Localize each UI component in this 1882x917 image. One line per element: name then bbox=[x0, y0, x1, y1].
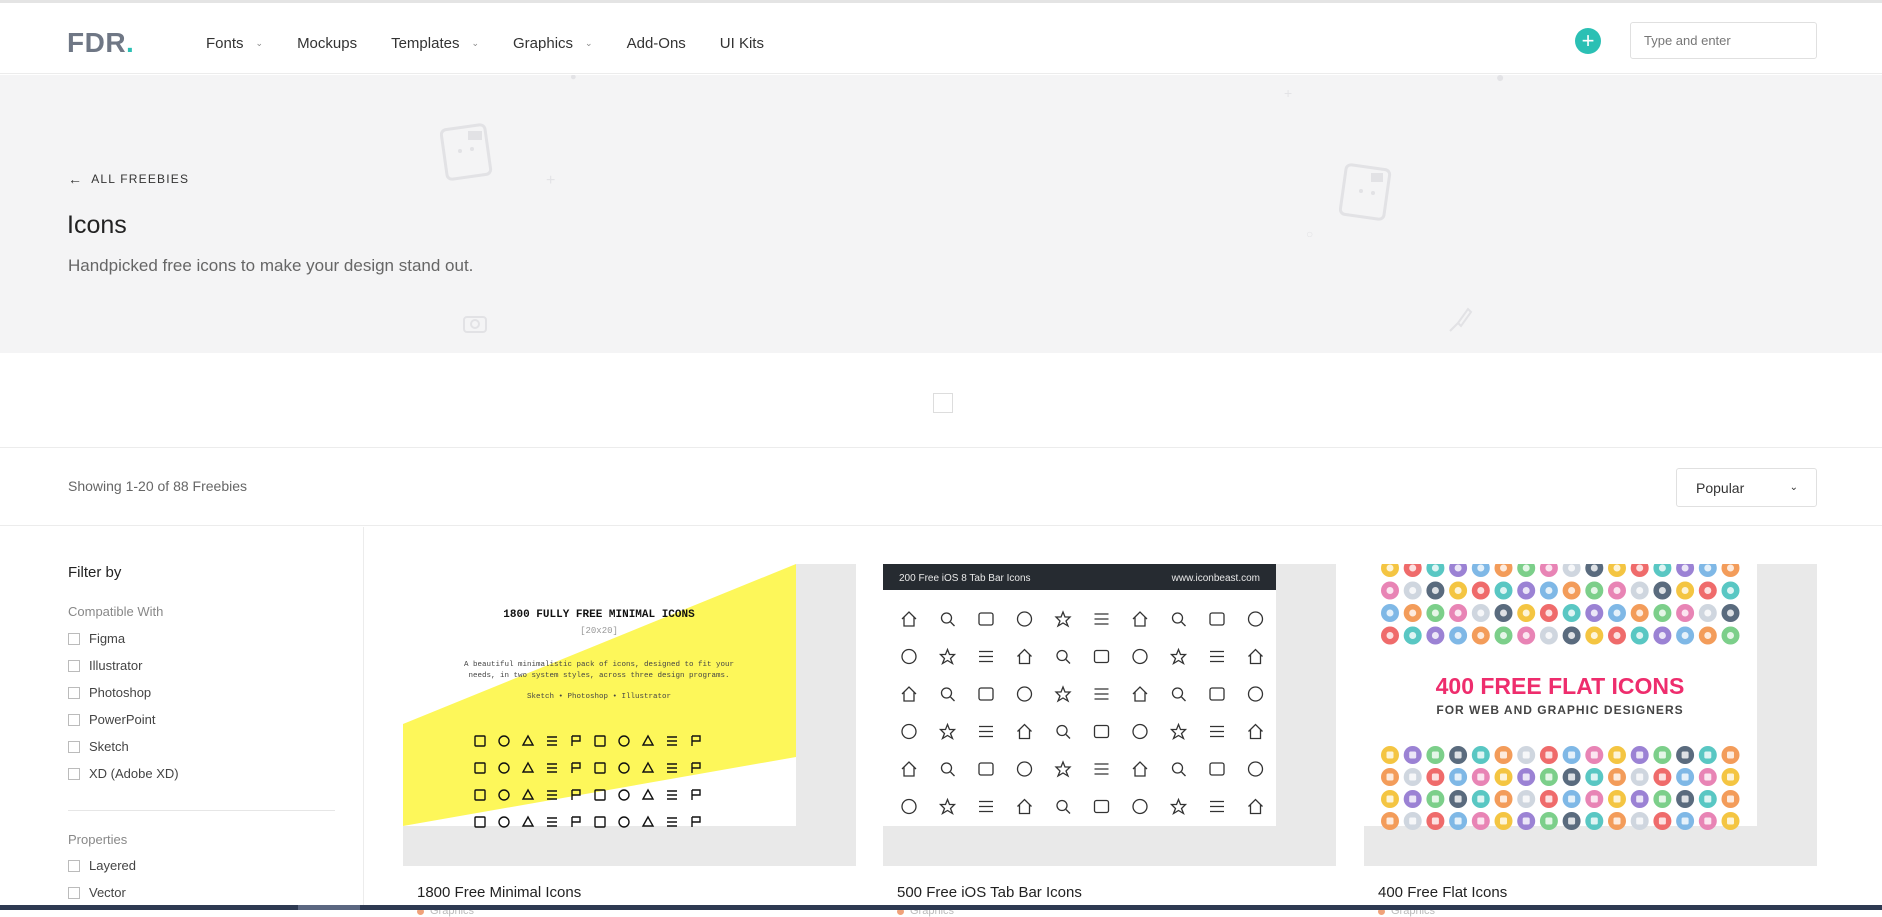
checkbox[interactable] bbox=[68, 859, 80, 872]
svg-text:400 FREE FLAT ICONS: 400 FREE FLAT ICONS bbox=[1436, 673, 1685, 699]
page-description: Handpicked free icons to make your desig… bbox=[68, 256, 474, 275]
document-face-icon bbox=[1339, 163, 1392, 221]
freebie-card[interactable]: 1800 FULLY FREE MINIMAL ICONS [20x20] A … bbox=[403, 564, 856, 917]
minimal-icons-preview: 1800 FULLY FREE MINIMAL ICONS [20x20] A … bbox=[403, 564, 796, 828]
card-title[interactable]: 1800 Free Minimal Icons bbox=[417, 884, 856, 901]
svg-text:1800 FULLY FREE MINIMAL ICONS: 1800 FULLY FREE MINIMAL ICONS bbox=[503, 609, 695, 621]
svg-text:Sketch • Photoshop • Illustrat: Sketch • Photoshop • Illustrator bbox=[527, 693, 671, 701]
chevron-down-icon: ⌄ bbox=[471, 37, 480, 48]
freebie-card[interactable]: 200 Free iOS 8 Tab Bar Icons www.iconbea… bbox=[883, 564, 1336, 917]
document-face-icon bbox=[440, 123, 493, 181]
card-thumbnail[interactable]: 200 Free iOS 8 Tab Bar Icons www.iconbea… bbox=[883, 564, 1336, 866]
checkbox[interactable] bbox=[68, 740, 80, 753]
filter-group-compatible: Compatible With bbox=[68, 604, 164, 619]
card-title[interactable]: 500 Free iOS Tab Bar Icons bbox=[897, 884, 1336, 901]
checkbox[interactable] bbox=[68, 659, 80, 672]
dot-decoration: ● bbox=[570, 75, 577, 83]
card-thumbnail[interactable]: 400 FREE FLAT ICONS FOR WEB AND GRAPHIC … bbox=[1364, 564, 1817, 866]
checkbox[interactable] bbox=[68, 767, 80, 780]
chevron-down-icon: ⌄ bbox=[1789, 482, 1798, 493]
filter-xd[interactable]: XD (Adobe XD) bbox=[68, 766, 179, 781]
brush-icon bbox=[1449, 307, 1473, 332]
taskbar-segment bbox=[298, 905, 360, 910]
checkbox[interactable] bbox=[68, 632, 80, 645]
svg-text:200 Free iOS 8 Tab Bar Icons: 200 Free iOS 8 Tab Bar Icons bbox=[899, 573, 1031, 584]
filter-group-properties: Properties bbox=[68, 832, 128, 847]
nav-graphics[interactable]: Graphics ⌄ bbox=[513, 35, 593, 52]
flat-icons-preview: 400 FREE FLAT ICONS FOR WEB AND GRAPHIC … bbox=[1364, 564, 1757, 830]
checkbox[interactable] bbox=[68, 713, 80, 726]
sort-select[interactable]: Popular ⌄ bbox=[1676, 468, 1817, 507]
results-count: Showing 1-20 of 88 Freebies bbox=[68, 478, 247, 494]
nav-ui-kits[interactable]: UI Kits bbox=[720, 35, 764, 52]
ios-tab-icons-preview: 200 Free iOS 8 Tab Bar Icons www.iconbea… bbox=[883, 564, 1276, 826]
filter-sketch[interactable]: Sketch bbox=[68, 739, 129, 754]
dot-decoration: ● bbox=[1496, 75, 1505, 85]
filter-photoshop[interactable]: Photoshop bbox=[68, 685, 151, 700]
nav-add-ons[interactable]: Add-Ons bbox=[627, 35, 686, 52]
svg-text:www.iconbeast.com: www.iconbeast.com bbox=[1171, 573, 1260, 584]
main-nav: Fonts ⌄ Mockups Templates ⌄ Graphics ⌄ Add-… bbox=[206, 29, 798, 57]
checkbox[interactable] bbox=[68, 886, 80, 899]
hero-banner: + + ○ ● ● ← ALL FREEBIES Icons Handpicke… bbox=[0, 75, 1882, 353]
camera-icon bbox=[463, 316, 487, 333]
card-thumbnail[interactable]: 1800 FULLY FREE MINIMAL ICONS [20x20] A … bbox=[403, 564, 856, 866]
search-input[interactable] bbox=[1630, 22, 1817, 59]
page-title: Icons bbox=[67, 211, 127, 239]
add-icon[interactable]: + bbox=[1575, 28, 1601, 54]
filter-powerpoint[interactable]: PowerPoint bbox=[68, 712, 155, 727]
chevron-down-icon: ⌄ bbox=[255, 37, 264, 48]
plus-decoration: + bbox=[1284, 85, 1293, 101]
filter-vector[interactable]: Vector bbox=[68, 885, 126, 900]
plus-decoration: + bbox=[546, 172, 556, 189]
svg-text:A beautiful minimalistic pack: A beautiful minimalistic pack of icons, … bbox=[464, 661, 734, 669]
nav-templates[interactable]: Templates ⌄ bbox=[391, 35, 479, 52]
svg-text:needs, in two system styles, a: needs, in two system styles, across thre… bbox=[468, 672, 729, 680]
ad-placeholder-box bbox=[933, 393, 953, 413]
checkbox[interactable] bbox=[68, 686, 80, 699]
ad-placeholder-area bbox=[0, 353, 1882, 448]
results-bar: Showing 1-20 of 88 Freebies Popular ⌄ bbox=[0, 449, 1882, 526]
nav-mockups[interactable]: Mockups bbox=[297, 35, 357, 52]
nav-fonts[interactable]: Fonts ⌄ bbox=[206, 35, 263, 52]
filter-divider bbox=[68, 810, 335, 811]
filter-layered[interactable]: Layered bbox=[68, 858, 136, 873]
svg-text:FOR WEB AND GRAPHIC DESIGNERS: FOR WEB AND GRAPHIC DESIGNERS bbox=[1436, 703, 1683, 717]
svg-text:[20x20]: [20x20] bbox=[580, 626, 618, 636]
site-header: FDR. Fonts ⌄ Mockups Templates ⌄ Graphics ⌄… bbox=[0, 3, 1882, 74]
logo[interactable]: FDR. bbox=[67, 27, 134, 59]
filter-title: Filter by bbox=[68, 564, 122, 581]
filter-figma[interactable]: Figma bbox=[68, 631, 125, 646]
taskbar-strip bbox=[0, 905, 1882, 910]
filter-sidebar: Filter by Compatible With Figma Illustra… bbox=[0, 527, 364, 910]
freebie-card[interactable]: 400 FREE FLAT ICONS FOR WEB AND GRAPHIC … bbox=[1364, 564, 1817, 917]
circle-decoration: ○ bbox=[1306, 227, 1314, 241]
card-title[interactable]: 400 Free Flat Icons bbox=[1378, 884, 1817, 901]
back-to-all-freebies-link[interactable]: ← ALL FREEBIES bbox=[68, 171, 189, 187]
filter-illustrator[interactable]: Illustrator bbox=[68, 658, 142, 673]
chevron-down-icon: ⌄ bbox=[585, 37, 593, 48]
arrow-left-icon: ← bbox=[68, 171, 84, 187]
